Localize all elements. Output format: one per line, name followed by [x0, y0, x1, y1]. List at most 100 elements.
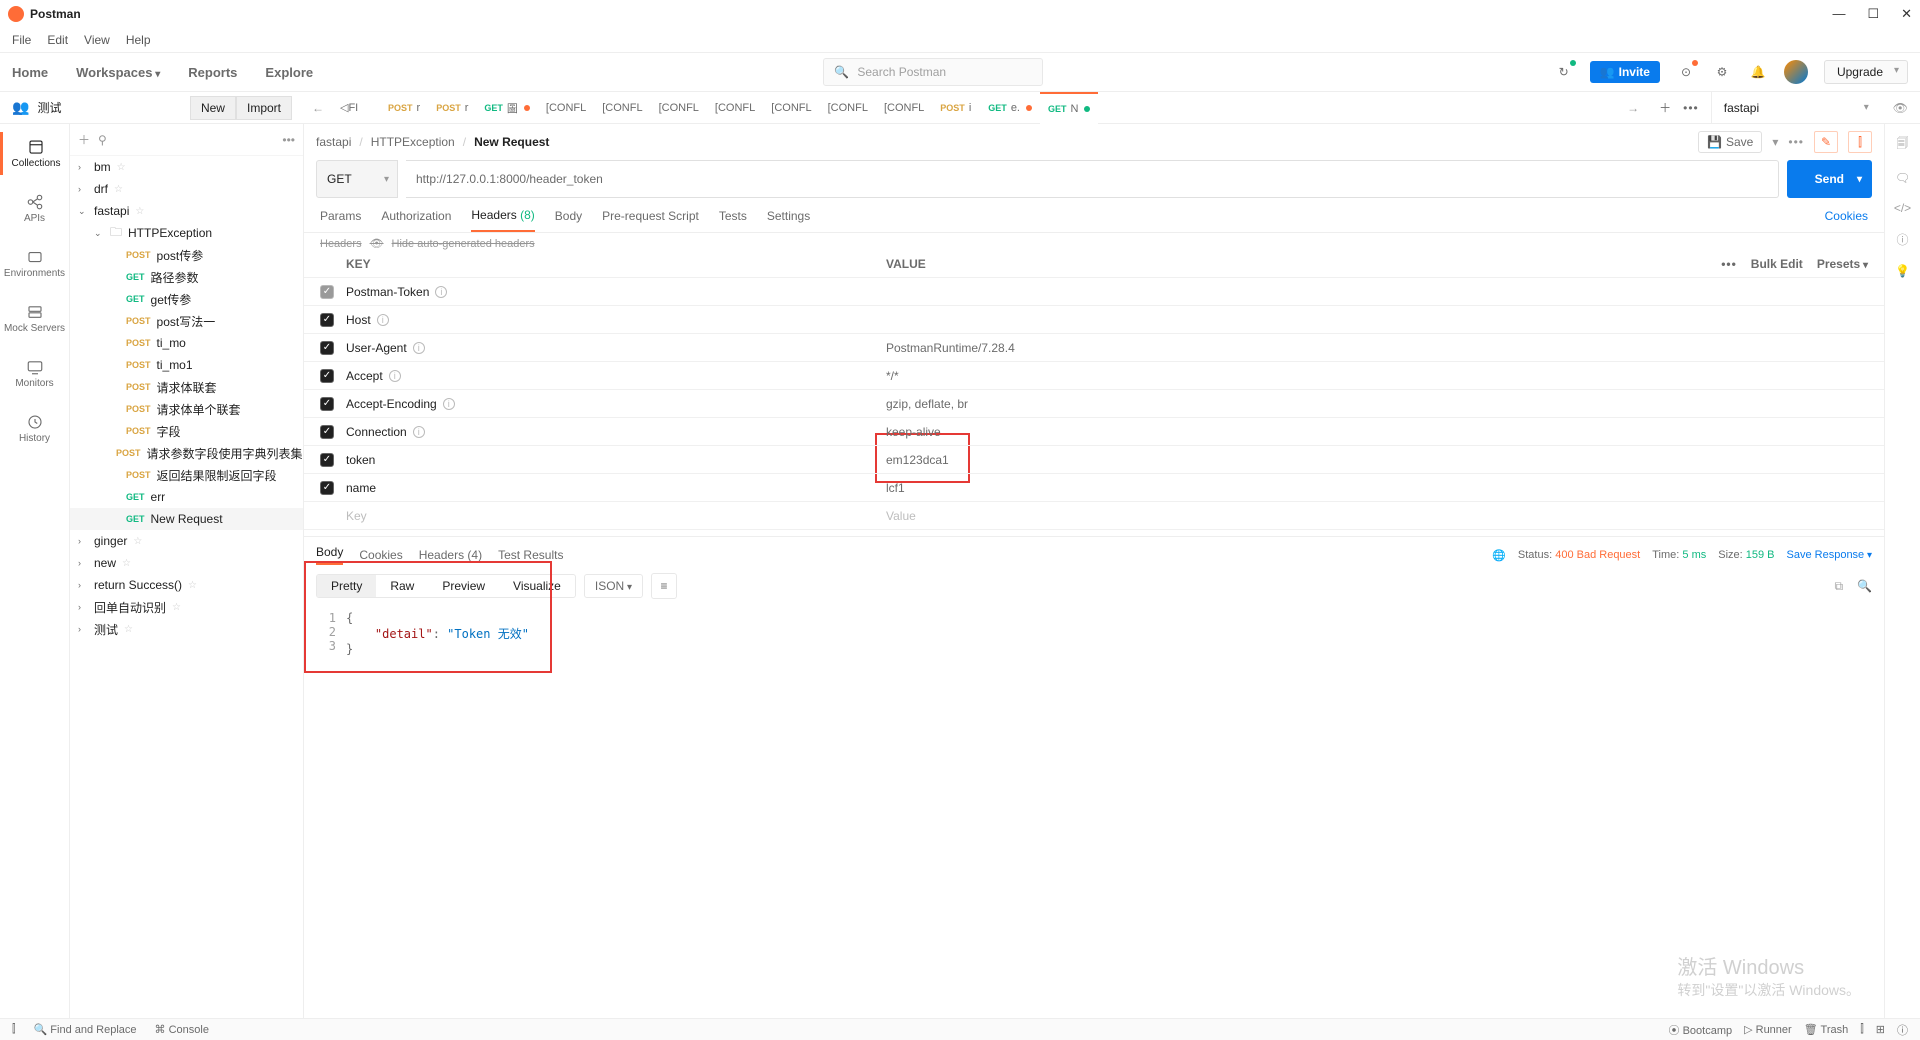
view-preview[interactable]: Preview	[428, 575, 499, 597]
invite-button[interactable]: 👥 Invite	[1590, 61, 1660, 83]
send-button[interactable]: Send	[1787, 160, 1872, 198]
cookies-link[interactable]: Cookies	[1825, 209, 1868, 231]
header-checkbox[interactable]: ✓	[320, 453, 334, 467]
tab-params[interactable]: Params	[320, 209, 361, 231]
tree-folder[interactable]: ⌄🗀HTTPException	[70, 222, 303, 244]
bootcamp-link[interactable]: ⦿ Bootcamp	[1669, 1022, 1733, 1038]
request-tab[interactable]: [CONFL	[707, 92, 763, 124]
request-tab[interactable]: [CONFL	[876, 92, 932, 124]
tab-authorization[interactable]: Authorization	[381, 209, 451, 231]
environment-selector[interactable]: fastapi	[1711, 92, 1881, 124]
tab-body[interactable]: Body	[555, 209, 582, 231]
crumb-1[interactable]: fastapi	[316, 135, 351, 149]
rail-monitors[interactable]: Monitors	[0, 352, 69, 395]
rail-history[interactable]: History	[0, 407, 69, 450]
header-checkbox[interactable]: ✓	[320, 369, 334, 383]
nav-reports[interactable]: Reports	[188, 65, 237, 80]
header-row[interactable]: ✓ Hosti	[304, 306, 1884, 334]
tree-folder[interactable]: ›ginger☆	[70, 530, 303, 552]
tree-request[interactable]: POST请求参数字段使用字典列表集合...	[70, 442, 303, 464]
global-search[interactable]: 🔍 Search Postman	[823, 58, 1043, 86]
presets-dropdown[interactable]: Presets	[1817, 257, 1868, 271]
view-raw[interactable]: Raw	[376, 575, 428, 597]
copy-icon[interactable]: ⧉	[1834, 579, 1843, 594]
tree-request[interactable]: POSTpost传参	[70, 244, 303, 266]
request-tab[interactable]: POSTi	[932, 92, 980, 124]
quicklook-icon[interactable]: 👁	[1893, 101, 1908, 115]
close-icon[interactable]: ✕	[1901, 6, 1912, 22]
avatar[interactable]	[1784, 60, 1808, 84]
sync-icon[interactable]: ↻	[1554, 62, 1574, 82]
menu-help[interactable]: Help	[126, 33, 151, 47]
tree-request[interactable]: POST请求体单个联套	[70, 398, 303, 420]
menu-edit[interactable]: Edit	[47, 33, 68, 47]
minimize-icon[interactable]: —	[1832, 6, 1845, 22]
request-tab[interactable]: POSTr	[380, 92, 428, 124]
tab-scroll-left[interactable]: ←	[304, 101, 332, 115]
request-more[interactable]: •••	[1788, 135, 1804, 149]
capture-icon[interactable]: ⊙	[1676, 62, 1696, 82]
request-tab[interactable]: [CONFL	[820, 92, 876, 124]
request-tab[interactable]: GETe.	[980, 92, 1040, 124]
tree-folder[interactable]: ›new☆	[70, 552, 303, 574]
tab-scroll-right[interactable]: →	[1619, 101, 1647, 115]
header-row[interactable]: ✓ Accepti */*	[304, 362, 1884, 390]
tab-settings[interactable]: Settings	[767, 209, 810, 231]
settings-icon[interactable]: ⚙	[1712, 62, 1732, 82]
search-response-icon[interactable]: 🔍	[1857, 579, 1872, 594]
eye-icon[interactable]: 👁	[370, 237, 384, 250]
header-checkbox[interactable]: ✓	[320, 481, 334, 495]
tree-folder[interactable]: ⌄fastapi☆	[70, 200, 303, 222]
tree-request[interactable]: POST返回结果限制返回字段	[70, 464, 303, 486]
crumb-2[interactable]: HTTPException	[371, 135, 455, 149]
nav-workspaces[interactable]: Workspaces	[76, 65, 160, 80]
find-replace-link[interactable]: 🔍 Find and Replace	[34, 1023, 137, 1036]
rail-collections[interactable]: Collections	[0, 132, 69, 175]
tree-request[interactable]: POST请求体联套	[70, 376, 303, 398]
tree-folder[interactable]: ›bm☆	[70, 156, 303, 178]
http-method-select[interactable]: GET	[316, 160, 398, 198]
new-button[interactable]: New	[190, 96, 236, 120]
tree-request[interactable]: GETerr	[70, 486, 303, 508]
import-button[interactable]: Import	[236, 96, 292, 120]
save-response-link[interactable]: Save Response	[1787, 549, 1872, 561]
autogen-toggle[interactable]: Hide auto-generated headers	[392, 238, 535, 250]
tree-request[interactable]: GET路径参数	[70, 266, 303, 288]
create-icon[interactable]: ＋	[78, 131, 90, 148]
comments-icon[interactable]: 🗨	[1895, 171, 1910, 185]
request-tab[interactable]: POSTr	[428, 92, 476, 124]
view-pretty[interactable]: Pretty	[317, 575, 376, 597]
split-pane-icon[interactable]: ⫿	[1848, 131, 1872, 153]
trash-link[interactable]: 🗑 Trash	[1804, 1023, 1849, 1036]
header-row[interactable]: ✓ token em123dca1	[304, 446, 1884, 474]
header-row[interactable]: ✓ Connectioni keep-alive	[304, 418, 1884, 446]
rail-environments[interactable]: Environments	[0, 242, 69, 285]
sidebar-more[interactable]: •••	[282, 133, 295, 147]
tree-request[interactable]: GETNew Request	[70, 508, 303, 530]
tree-folder[interactable]: ›return Success()☆	[70, 574, 303, 596]
save-button[interactable]: 💾 Save	[1698, 131, 1762, 153]
tree-folder[interactable]: ›测试☆	[70, 618, 303, 640]
request-tab[interactable]: [CONFL	[763, 92, 819, 124]
resp-tab-cookies[interactable]: Cookies	[359, 548, 402, 562]
request-tab[interactable]: [CONFL	[594, 92, 650, 124]
header-row-placeholder[interactable]: KeyValue	[304, 502, 1884, 530]
col-more[interactable]: •••	[1721, 257, 1737, 271]
toggle-sidepanel-icon[interactable]: ⫿	[12, 1023, 16, 1036]
view-visualize[interactable]: Visualize	[499, 575, 575, 597]
header-checkbox[interactable]: ✓	[320, 341, 334, 355]
resp-tab-body[interactable]: Body	[316, 545, 343, 565]
header-checkbox[interactable]: ✓	[320, 285, 334, 299]
tree-request[interactable]: POSTpost写法一	[70, 310, 303, 332]
layout-icon-1[interactable]: ⫿	[1860, 1023, 1864, 1036]
help-icon[interactable]: ⓘ	[1897, 1022, 1908, 1038]
workspace-selector[interactable]: 👥 测试 New Import	[0, 96, 304, 120]
runner-link[interactable]: ▷ Runner	[1744, 1023, 1792, 1036]
request-tab[interactable]: [CONFL	[651, 92, 707, 124]
header-row[interactable]: ✓ name lcf1	[304, 474, 1884, 502]
notifications-icon[interactable]: 🔔	[1748, 62, 1768, 82]
tree-folder[interactable]: ›drf☆	[70, 178, 303, 200]
request-tab[interactable]: ◁FI	[332, 92, 380, 124]
tree-folder[interactable]: ›回单自动识别☆	[70, 596, 303, 618]
tab-options[interactable]: •••	[1683, 101, 1699, 115]
